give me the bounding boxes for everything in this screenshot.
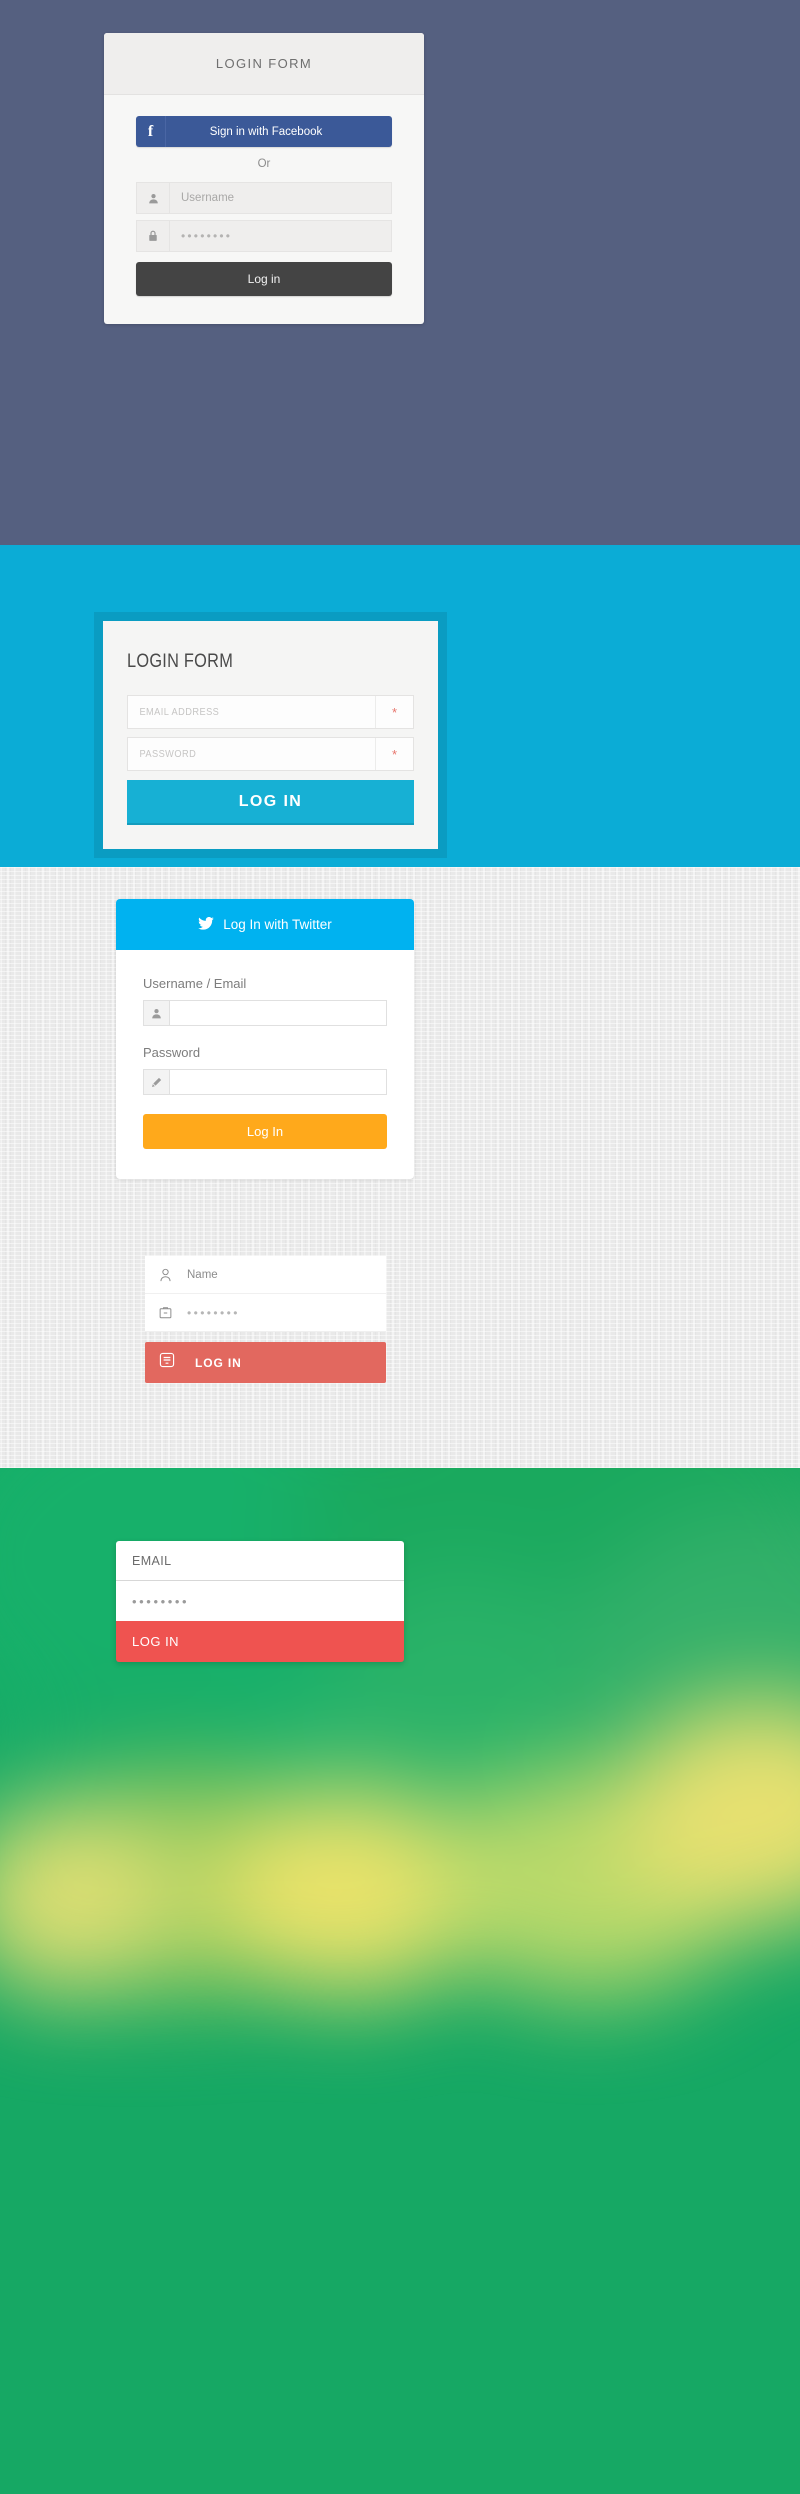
password-input-row[interactable]: •••••••• <box>136 220 392 252</box>
email-input[interactable]: EMAIL ADDRESS <box>128 696 345 728</box>
username-label: Username / Email <box>143 976 247 991</box>
user-icon <box>137 183 170 213</box>
enter-box-icon <box>159 1352 175 1373</box>
login-forms-showcase: LOGIN FORM f Sign in with Facebook Or Us… <box>0 0 800 2494</box>
username-input-row[interactable] <box>143 1000 387 1026</box>
password-input-row[interactable] <box>143 1069 387 1095</box>
login-button-label: Log in <box>247 272 281 286</box>
user-outline-icon <box>159 1268 187 1282</box>
login-button[interactable]: Log In <box>143 1114 387 1149</box>
cyan-login-card: LOGIN FORM EMAIL ADDRESS * PASSWORD * LO… <box>103 621 438 849</box>
password-input[interactable]: •••••••• <box>116 1581 404 1621</box>
login-button-label: LOG IN <box>132 1634 180 1649</box>
name-input-row[interactable]: Name <box>145 1256 386 1294</box>
cyan-form-title: LOGIN FORM <box>127 651 234 672</box>
email-input-row[interactable]: EMAIL ADDRESS * <box>127 695 414 729</box>
login-button[interactable]: LOG IN <box>145 1342 386 1383</box>
card-header: LOGIN FORM <box>104 33 424 95</box>
login-button[interactable]: LOG IN <box>127 780 414 825</box>
green-login-card: EMAIL •••••••• LOG IN <box>116 1541 404 1662</box>
twitter-login-label: Log In with Twitter <box>223 917 332 932</box>
section-cyan-login: LOGIN FORM EMAIL ADDRESS * PASSWORD * LO… <box>0 545 800 867</box>
password-input[interactable]: PASSWORD <box>128 738 345 770</box>
facebook-login-card: LOGIN FORM f Sign in with Facebook Or Us… <box>104 33 424 324</box>
username-input[interactable]: Username <box>170 183 391 213</box>
section-twitter-login: Log In with Twitter Username / Email Pas… <box>0 867 800 1468</box>
password-input-row[interactable]: PASSWORD * <box>127 737 414 771</box>
or-divider-text: Or <box>257 158 271 170</box>
page-title: LOGIN FORM <box>215 56 313 71</box>
twitter-login-button[interactable]: Log In with Twitter <box>116 899 414 950</box>
twitter-bird-icon <box>198 916 215 933</box>
minimal-login-card: Name •••••••• LOG IN <box>145 1256 386 1383</box>
login-button-label: Log In <box>246 1124 284 1139</box>
password-label: Password <box>143 1045 201 1060</box>
username-input-row[interactable]: Username <box>136 182 392 214</box>
email-input-value: EMAIL <box>132 1553 172 1568</box>
password-input[interactable]: •••••••• <box>187 1306 240 1320</box>
twitter-card-body: Username / Email Password Log In <box>116 950 414 1179</box>
section-green-login: EMAIL •••••••• LOG IN <box>0 1468 800 2494</box>
card-outline-icon <box>159 1306 187 1319</box>
email-input[interactable]: EMAIL <box>116 1541 404 1581</box>
cyan-login-card-frame: LOGIN FORM EMAIL ADDRESS * PASSWORD * LO… <box>94 612 447 858</box>
login-button[interactable]: LOG IN <box>116 1621 404 1662</box>
user-icon <box>144 1001 170 1025</box>
pencil-icon <box>144 1070 170 1094</box>
required-marker-email: * <box>375 696 413 728</box>
lock-icon <box>137 221 170 251</box>
twitter-login-card: Log In with Twitter Username / Email Pas… <box>116 899 414 1179</box>
password-input-value: •••••••• <box>132 1593 190 1609</box>
username-input[interactable] <box>170 1001 386 1025</box>
facebook-signin-label: Sign in with Facebook <box>209 125 323 138</box>
section-facebook-login: LOGIN FORM f Sign in with Facebook Or Us… <box>0 0 800 545</box>
facebook-f-icon: f <box>136 116 166 147</box>
facebook-signin-button[interactable]: f Sign in with Facebook <box>136 116 392 147</box>
password-input-row[interactable]: •••••••• <box>145 1294 386 1332</box>
required-marker-password: * <box>375 738 413 770</box>
login-button-label: LOG IN <box>238 792 303 810</box>
login-button-label: LOG IN <box>195 1355 242 1370</box>
password-input[interactable]: •••••••• <box>170 221 391 251</box>
password-input[interactable] <box>170 1070 386 1094</box>
name-input[interactable]: Name <box>187 1269 218 1281</box>
login-button[interactable]: Log in <box>136 262 392 296</box>
card-body: f Sign in with Facebook Or Username ••••… <box>104 95 424 324</box>
